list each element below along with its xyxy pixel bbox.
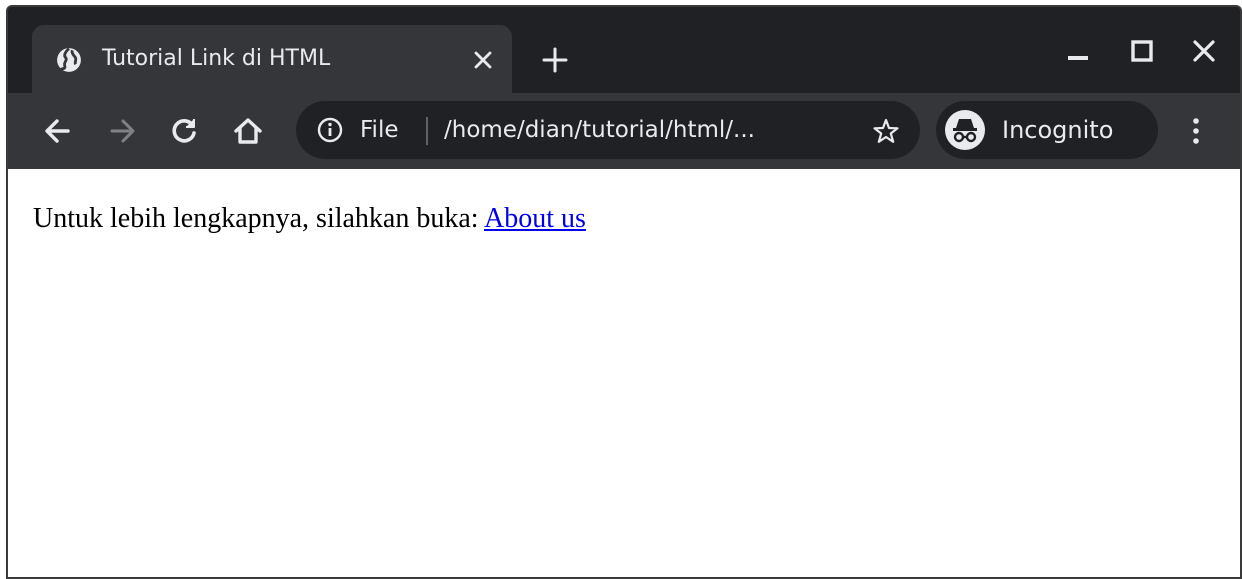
address-bar[interactable]: File /home/dian/tutorial/html/... xyxy=(296,101,920,159)
forward-arrow-icon[interactable] xyxy=(104,113,140,149)
toolbar: File /home/dian/tutorial/html/... Incogn… xyxy=(8,93,1240,169)
reload-icon[interactable] xyxy=(166,113,202,149)
page-paragraph: Untuk lebih lengkapnya, silahkan buka: A… xyxy=(33,203,586,235)
incognito-icon xyxy=(945,110,985,150)
info-icon[interactable] xyxy=(316,116,344,144)
back-arrow-icon[interactable] xyxy=(40,113,76,149)
tab-title: Tutorial Link di HTML xyxy=(102,46,331,71)
globe-icon xyxy=(57,47,81,72)
page-content: Untuk lebih lengkapnya, silahkan buka: A… xyxy=(8,169,1240,577)
new-tab-button[interactable] xyxy=(542,47,568,73)
tab-strip: Tutorial Link di HTML xyxy=(8,7,1240,93)
maximize-icon[interactable] xyxy=(1128,37,1156,65)
tab-close-icon[interactable] xyxy=(472,49,494,71)
bookmark-star-icon[interactable] xyxy=(872,117,900,145)
scheme-separator xyxy=(426,117,428,145)
incognito-label: Incognito xyxy=(1002,116,1114,144)
incognito-button[interactable]: Incognito xyxy=(936,101,1158,159)
browser-window: Tutorial Link di HTML File /home/dian/tu… xyxy=(8,7,1240,577)
minimize-icon[interactable] xyxy=(1064,37,1092,65)
close-icon[interactable] xyxy=(1190,37,1218,65)
paragraph-text: Untuk lebih lengkapnya, silahkan buka: xyxy=(33,203,485,234)
tab-active[interactable]: Tutorial Link di HTML xyxy=(32,25,512,93)
more-menu-icon[interactable] xyxy=(1178,113,1214,149)
scheme-label: File xyxy=(360,117,399,143)
home-icon[interactable] xyxy=(230,113,266,149)
about-us-link[interactable]: About us xyxy=(484,203,586,234)
url-text[interactable]: /home/dian/tutorial/html/... xyxy=(444,101,755,159)
